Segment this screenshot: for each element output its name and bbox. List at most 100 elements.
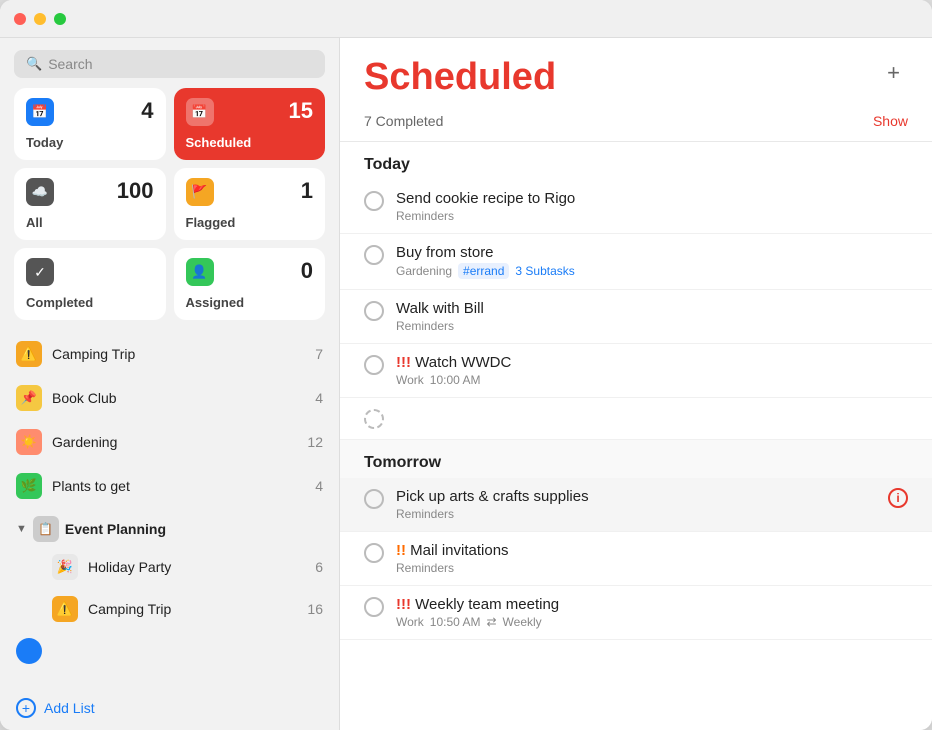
reminder-checkbox-8[interactable] xyxy=(364,597,384,617)
info-icon-6[interactable]: i xyxy=(888,488,908,508)
today-count: 4 xyxy=(141,98,153,124)
reminder-checkbox-3[interactable] xyxy=(364,301,384,321)
reminder-title-6: Pick up arts & crafts supplies xyxy=(396,488,876,505)
reminder-item-walk-bill[interactable]: Walk with Bill Reminders xyxy=(340,290,932,344)
assigned-icon: 👤 xyxy=(186,258,214,286)
add-list-icon: + xyxy=(16,698,36,718)
today-section-header: Today xyxy=(340,142,932,180)
flagged-count: 1 xyxy=(301,178,313,204)
reminder-item-buy-store[interactable]: Buy from store Gardening #errand 3 Subta… xyxy=(340,234,932,290)
reminder-checkbox-1[interactable] xyxy=(364,191,384,211)
title-bar xyxy=(0,0,932,38)
book-club-name: Book Club xyxy=(52,390,305,406)
gardening-icon: ☀️ xyxy=(16,429,42,455)
reminder-item-send-cookie[interactable]: Send cookie recipe to Rigo Reminders xyxy=(340,180,932,234)
event-planning-icon: 📋 xyxy=(33,516,59,542)
reminders-list: Today Send cookie recipe to Rigo Reminde… xyxy=(340,142,932,730)
close-button[interactable] xyxy=(14,13,26,25)
reminder-checkbox-2[interactable] xyxy=(364,245,384,265)
add-list-button[interactable]: + Add List xyxy=(0,686,339,730)
tomorrow-section-header: Tomorrow xyxy=(340,440,932,478)
partial-icon xyxy=(16,638,42,664)
maximize-button[interactable] xyxy=(54,13,66,25)
smart-list-assigned[interactable]: 👤 0 Assigned xyxy=(174,248,326,320)
smart-lists-grid: 📅 4 Today 📅 15 Scheduled xyxy=(0,88,339,332)
search-bar[interactable]: 🔍 Search xyxy=(14,50,325,78)
assigned-label: Assigned xyxy=(186,295,314,310)
smart-list-all[interactable]: ☁️ 100 All xyxy=(14,168,166,240)
reminder-body-8: !!! Weekly team meeting Work 10:50 AM ⇄ … xyxy=(396,596,908,629)
reminder-item-weekly-meeting[interactable]: !!! Weekly team meeting Work 10:50 AM ⇄ … xyxy=(340,586,932,640)
all-label: All xyxy=(26,215,154,230)
reminder-item-mail-invitations[interactable]: !! Mail invitations Reminders xyxy=(340,532,932,586)
search-icon: 🔍 xyxy=(26,56,42,72)
reminder-checkbox-6[interactable] xyxy=(364,489,384,509)
sidebar: 🔍 Search 📅 4 Today xyxy=(0,38,340,730)
holiday-party-count: 6 xyxy=(315,559,323,575)
book-club-icon: 📌 xyxy=(16,385,42,411)
reminder-title-7: !! Mail invitations xyxy=(396,542,908,559)
recur-icon: ⇄ xyxy=(486,615,496,629)
completed-count-label: 7 Completed xyxy=(364,113,443,129)
search-placeholder: Search xyxy=(48,56,92,72)
completed-bar: 7 Completed Show xyxy=(340,107,932,142)
holiday-party-icon: 🎉 xyxy=(52,554,78,580)
smart-list-completed[interactable]: ✓ Completed xyxy=(14,248,166,320)
partial-list-item xyxy=(6,630,333,664)
gardening-count: 12 xyxy=(307,434,323,450)
completed-label: Completed xyxy=(26,295,154,310)
my-lists: ⚠️ Camping Trip 7 📌 Book Club 4 ☀️ Garde… xyxy=(0,332,339,664)
all-count: 100 xyxy=(117,178,154,204)
reminder-title-4: !!! Watch WWDC xyxy=(396,354,908,371)
list-item-camping-trip-2[interactable]: ⚠️ Camping Trip 16 xyxy=(6,588,333,630)
smart-list-scheduled[interactable]: 📅 15 Scheduled xyxy=(174,88,326,160)
reminder-item-pickup-arts[interactable]: Pick up arts & crafts supplies Reminders… xyxy=(340,478,932,532)
camping-trip-name: Camping Trip xyxy=(52,346,305,362)
today-icon: 📅 xyxy=(26,98,54,126)
scheduled-icon: 📅 xyxy=(186,98,214,126)
list-item-book-club[interactable]: 📌 Book Club 4 xyxy=(6,376,333,420)
list-item-camping-trip[interactable]: ⚠️ Camping Trip 7 xyxy=(6,332,333,376)
camping-trip-icon: ⚠️ xyxy=(16,341,42,367)
reminder-subtitle-4: Work 10:00 AM xyxy=(396,373,908,387)
main-title: Scheduled xyxy=(364,56,556,99)
minimize-button[interactable] xyxy=(34,13,46,25)
reminder-item-empty[interactable] xyxy=(340,398,932,440)
errand-tag[interactable]: #errand xyxy=(458,263,509,279)
reminder-subtitle-1: Reminders xyxy=(396,209,908,223)
today-label: Today xyxy=(26,135,154,150)
camping-trip-2-count: 16 xyxy=(307,601,323,617)
flagged-label: Flagged xyxy=(186,215,314,230)
reminder-title-3: Walk with Bill xyxy=(396,300,908,317)
scheduled-label: Scheduled xyxy=(186,135,314,150)
smart-list-today[interactable]: 📅 4 Today xyxy=(14,88,166,160)
app-window: 🔍 Search 📅 4 Today xyxy=(0,0,932,730)
camping-trip-count: 7 xyxy=(315,346,323,362)
flagged-icon: 🚩 xyxy=(186,178,214,206)
reminder-title-2: Buy from store xyxy=(396,244,908,261)
reminder-body-3: Walk with Bill Reminders xyxy=(396,300,908,333)
subtasks-link[interactable]: 3 Subtasks xyxy=(515,264,574,278)
main-header: Scheduled + xyxy=(340,38,932,107)
list-item-gardening[interactable]: ☀️ Gardening 12 xyxy=(6,420,333,464)
reminder-subtitle-7: Reminders xyxy=(396,561,908,575)
list-item-holiday-party[interactable]: 🎉 Holiday Party 6 xyxy=(6,546,333,588)
scheduled-count: 15 xyxy=(289,98,313,124)
add-reminder-button[interactable]: + xyxy=(879,56,908,90)
priority-indicator-4: !!! xyxy=(396,354,411,371)
list-item-plants-to-get[interactable]: 🌿 Plants to get 4 xyxy=(6,464,333,508)
reminder-body-4: !!! Watch WWDC Work 10:00 AM xyxy=(396,354,908,387)
reminder-title-8: !!! Weekly team meeting xyxy=(396,596,908,613)
reminder-checkbox-7[interactable] xyxy=(364,543,384,563)
show-completed-button[interactable]: Show xyxy=(873,113,908,129)
book-club-count: 4 xyxy=(315,390,323,406)
holiday-party-name: Holiday Party xyxy=(88,559,305,575)
reminder-checkbox-4[interactable] xyxy=(364,355,384,375)
event-planning-group[interactable]: ▼ 📋 Event Planning xyxy=(6,508,333,546)
reminder-item-watch-wwdc[interactable]: !!! Watch WWDC Work 10:00 AM xyxy=(340,344,932,398)
reminder-body-6: Pick up arts & crafts supplies Reminders xyxy=(396,488,876,521)
reminder-checkbox-5[interactable] xyxy=(364,409,384,429)
reminder-title-1: Send cookie recipe to Rigo xyxy=(396,190,908,207)
reminder-subtitle-2: Gardening #errand 3 Subtasks xyxy=(396,263,908,279)
smart-list-flagged[interactable]: 🚩 1 Flagged xyxy=(174,168,326,240)
